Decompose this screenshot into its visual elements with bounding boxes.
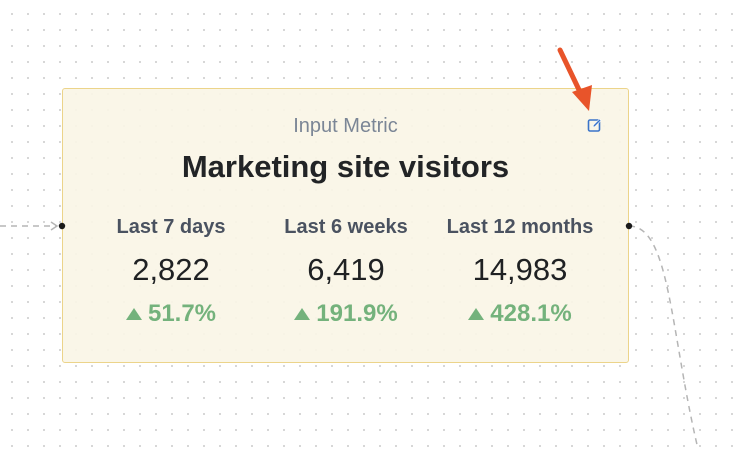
- node-title: Marketing site visitors: [181, 149, 510, 184]
- metric-change-value: 191.9%: [316, 300, 398, 327]
- edit-button[interactable]: [585, 115, 605, 135]
- edit-icon: [587, 118, 602, 132]
- metric-change-value: 428.1%: [490, 300, 572, 327]
- metric-change: 428.1%: [435, 300, 605, 328]
- node-type-label: Input Metric: [293, 115, 398, 137]
- input-metric-node[interactable]: Input Metric Marketing site visitors Las…: [62, 88, 629, 363]
- trend-up-icon: [125, 308, 142, 320]
- metric-change: 191.9%: [261, 300, 431, 328]
- metric-value: 2,822: [132, 252, 210, 287]
- metric-column-6-weeks: Last 6 weeks 6,419 191.9%: [261, 214, 431, 328]
- metric-value: 6,419: [307, 252, 385, 287]
- incoming-edge-arrowhead: [50, 221, 59, 231]
- metric-value: 14,983: [472, 252, 568, 287]
- metric-label: Last 12 months: [446, 216, 594, 238]
- metric-change-value: 51.7%: [147, 300, 217, 327]
- metric-column-12-months: Last 12 months 14,983 428.1%: [435, 214, 605, 328]
- outgoing-edge[interactable]: [628, 225, 699, 449]
- metric-label: Last 7 days: [116, 216, 226, 238]
- metric-change: 51.7%: [86, 300, 256, 328]
- trend-up-icon: [294, 308, 311, 320]
- metric-column-7-days: Last 7 days 2,822 51.7%: [86, 214, 256, 328]
- canvas[interactable]: Input Metric Marketing site visitors Las…: [0, 0, 737, 449]
- trend-up-icon: [468, 308, 485, 320]
- metric-label: Last 6 weeks: [284, 216, 408, 238]
